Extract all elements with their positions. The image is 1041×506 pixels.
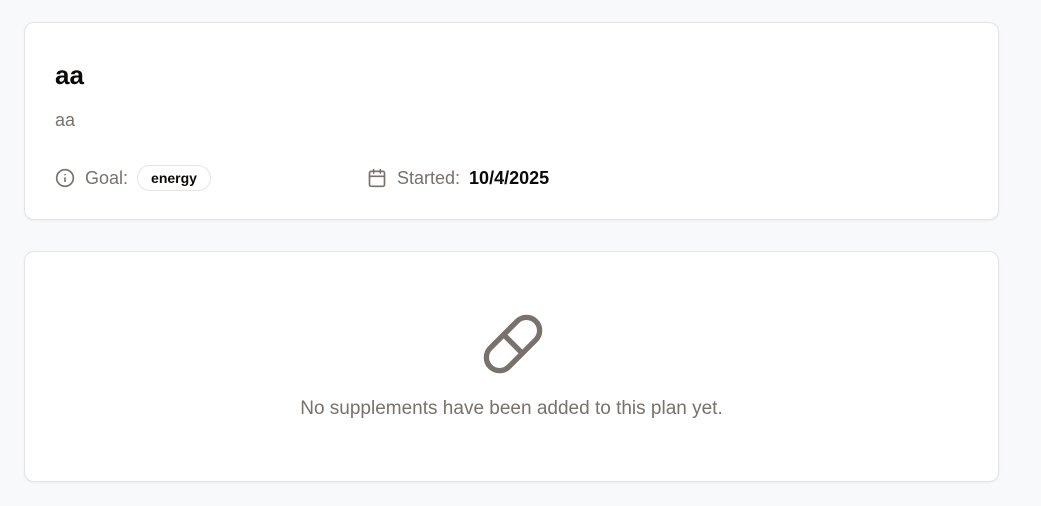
plan-started: Started: 10/4/2025 bbox=[367, 164, 549, 192]
started-date: 10/4/2025 bbox=[469, 167, 550, 188]
goal-badge: energy bbox=[137, 165, 211, 191]
supplements-empty-card: No supplements have been added to this p… bbox=[24, 251, 999, 482]
pill-icon bbox=[481, 312, 545, 376]
plan-goal: Goal: energy bbox=[55, 164, 211, 192]
empty-state-message: No supplements have been added to this p… bbox=[300, 398, 723, 419]
plan-title: aa bbox=[55, 60, 84, 90]
goal-label: Goal: bbox=[85, 167, 129, 188]
plan-details-card: aa aa Goal: energy Started: 10/4/2025 bbox=[24, 22, 999, 220]
plan-description: aa bbox=[55, 110, 76, 130]
info-icon bbox=[55, 168, 75, 188]
started-label: Started: bbox=[397, 167, 461, 188]
calendar-icon bbox=[367, 168, 387, 188]
plan-meta-row: Goal: energy Started: 10/4/2025 bbox=[55, 164, 968, 192]
